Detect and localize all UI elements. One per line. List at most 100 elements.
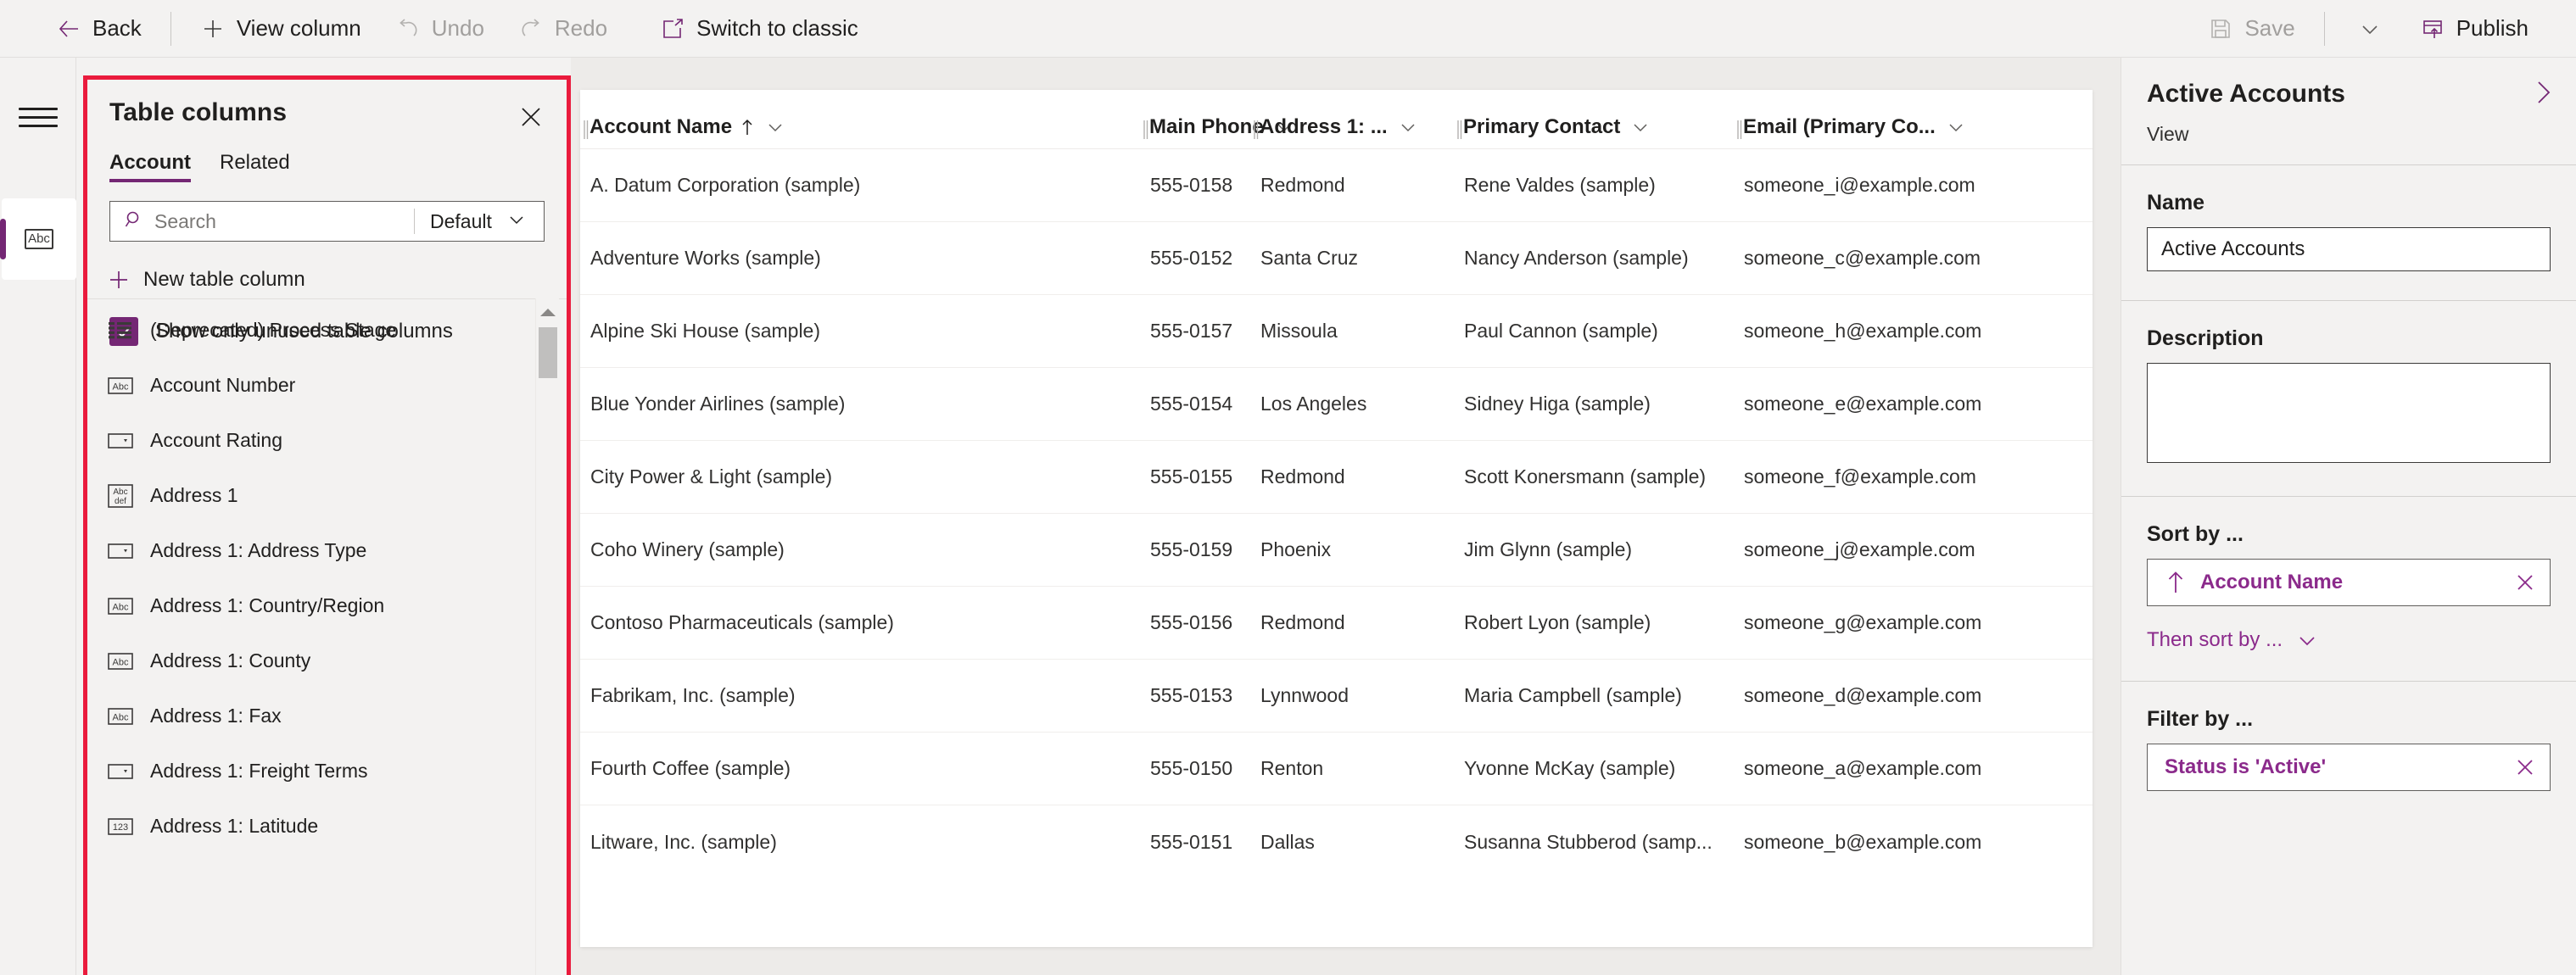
hamburger-icon[interactable] — [19, 100, 58, 134]
chevron-down-icon[interactable] — [1631, 118, 1650, 136]
then-sort-by-label: Then sort by ... — [2147, 628, 2283, 651]
chevron-down-icon[interactable] — [1399, 118, 1417, 136]
table-cell: Dallas — [1260, 830, 1315, 853]
table-cell: Blue Yonder Airlines (sample) — [590, 393, 846, 415]
svg-text:def: def — [115, 497, 126, 506]
column-resize-grip[interactable] — [1456, 117, 1464, 142]
close-icon[interactable] — [2512, 570, 2538, 595]
grid-column-header[interactable]: Account Name — [580, 115, 1140, 139]
properties-subtitle: View — [2147, 123, 2189, 145]
table-row[interactable]: Contoso Pharmaceuticals (sample) 555-0156… — [580, 587, 2093, 660]
chevron-down-icon — [2296, 629, 2318, 651]
filter-by-chip[interactable]: Status is 'Active' — [2147, 744, 2551, 791]
table-cell: Coho Winery (sample) — [590, 538, 785, 560]
choice-type-icon — [108, 762, 135, 781]
table-row[interactable]: Litware, Inc. (sample) 555-0151 Dallas Susa… — [580, 805, 2093, 878]
table-row[interactable]: A. Datum Corporation (sample) 555-0158 Red… — [580, 149, 2093, 222]
filter-by-section: Filter by ... Status is 'Active' — [2121, 682, 2576, 820]
table-column-list-item[interactable]: 123 Address 1: Latitude — [87, 799, 567, 854]
table-column-list-item[interactable]: Abc def Address 1 — [87, 468, 567, 523]
redo-button: Redo — [501, 0, 624, 58]
grid-header-row: Account Name Main Phone Address 1: ... Prim… — [580, 90, 2093, 149]
name-field[interactable] — [2147, 227, 2551, 271]
description-field[interactable] — [2147, 363, 2551, 463]
table-cell: Maria Campbell (sample) — [1464, 684, 1682, 706]
grid-column-header[interactable]: Email (Primary Co... — [1734, 115, 2039, 139]
table-column-label: Address 1 — [150, 484, 238, 506]
table-cell: 555-0154 — [1150, 393, 1233, 415]
table-column-list-item[interactable]: (Deprecated) Process Stage — [87, 303, 567, 358]
command-bar-right-group: Save Publish — [2191, 0, 2576, 57]
table-column-list-item[interactable]: Account Rating — [87, 413, 567, 468]
chevron-down-icon[interactable] — [766, 118, 785, 136]
scrollbar-thumb[interactable] — [539, 327, 557, 378]
grid-column-header-label: Address 1: ... — [1260, 115, 1388, 138]
publish-icon — [2420, 16, 2445, 42]
table-row[interactable]: Alpine Ski House (sample) 555-0157 Missoul… — [580, 295, 2093, 368]
sort-by-chip[interactable]: Account Name — [2147, 559, 2551, 606]
table-cell: Missoula — [1260, 320, 1338, 342]
selection-indicator — [0, 219, 6, 259]
chevron-down-icon[interactable] — [1947, 118, 1965, 136]
table-cell: 555-0150 — [1150, 757, 1233, 779]
search-scope-dropdown[interactable]: Default — [415, 202, 544, 241]
table-column-label: Account Rating — [150, 429, 282, 451]
grid-column-header[interactable]: Primary Contact — [1454, 115, 1734, 139]
svg-text:Abc: Abc — [113, 712, 129, 722]
svg-text:Abc: Abc — [113, 602, 129, 612]
chevron-down-icon — [2357, 16, 2383, 42]
chevron-right-icon[interactable] — [2529, 78, 2557, 107]
tab-account[interactable]: Account — [109, 151, 191, 182]
table-row[interactable]: Fabrikam, Inc. (sample) 555-0153 Lynnwood M… — [580, 660, 2093, 733]
table-row[interactable]: Coho Winery (sample) 555-0159 Phoenix Jim G… — [580, 514, 2093, 587]
save-overflow-button[interactable] — [2337, 0, 2403, 58]
grid-column-header[interactable]: Address 1: ... — [1250, 115, 1454, 139]
caret-up-icon[interactable] — [536, 302, 560, 324]
grid-column-header[interactable]: Main Phone — [1140, 115, 1291, 142]
table-cell: someone_c@example.com — [1744, 247, 1981, 269]
column-resize-grip[interactable] — [582, 117, 590, 142]
column-resize-grip[interactable] — [1735, 117, 1744, 142]
publish-button[interactable]: Publish — [2403, 0, 2545, 58]
chevron-down-icon — [507, 210, 526, 233]
close-icon[interactable] — [516, 102, 546, 132]
open-external-icon — [660, 16, 685, 42]
table-column-label: Account Number — [150, 374, 296, 396]
text-type-icon: Abc — [108, 651, 135, 671]
back-label: Back — [92, 15, 142, 41]
table-column-list-item[interactable]: Abc Address 1: Fax — [87, 688, 567, 744]
search-input[interactable] — [154, 209, 414, 233]
table-row[interactable]: City Power & Light (sample) 555-0155 Redmo… — [580, 441, 2093, 514]
grid-column-header-label: Main Phone — [1149, 115, 1264, 138]
undo-label: Undo — [431, 15, 484, 41]
table-cell: someone_a@example.com — [1744, 757, 1982, 779]
column-resize-grip[interactable] — [1142, 117, 1150, 142]
search-row: Default — [109, 201, 545, 242]
new-table-column-button[interactable]: New table column — [108, 262, 545, 298]
switch-to-classic-button[interactable]: Switch to classic — [643, 0, 875, 58]
table-cell: Jim Glynn (sample) — [1464, 538, 1633, 560]
back-button[interactable]: Back — [39, 0, 159, 58]
sidebar-item-table-columns[interactable]: Abc — [0, 198, 76, 280]
close-icon[interactable] — [2512, 755, 2538, 780]
view-column-label: View column — [236, 15, 361, 41]
column-resize-grip[interactable] — [1252, 117, 1260, 142]
table-column-list-item[interactable]: Address 1: Address Type — [87, 523, 567, 578]
svg-text:Abc: Abc — [113, 657, 129, 667]
table-column-list-item[interactable]: Address 1: Freight Terms — [87, 744, 567, 799]
then-sort-by-dropdown[interactable]: Then sort by ... — [2147, 628, 2551, 652]
table-column-list-item[interactable]: Abc Address 1: County — [87, 633, 567, 688]
search-scope-value: Default — [430, 209, 492, 232]
view-column-button[interactable]: View column — [183, 0, 378, 58]
table-column-list-item[interactable]: Abc Address 1: Country/Region — [87, 578, 567, 633]
table-row[interactable]: Fourth Coffee (sample) 555-0150 Renton Yvon… — [580, 733, 2093, 805]
table-column-list-item[interactable]: Abc Account Number — [87, 358, 567, 413]
accounts-grid: Account Name Main Phone Address 1: ... Prim… — [580, 90, 2093, 947]
tab-related[interactable]: Related — [220, 151, 290, 182]
table-cell: Santa Cruz — [1260, 247, 1359, 269]
table-cell: Scott Konersmann (sample) — [1464, 465, 1707, 488]
table-row[interactable]: Adventure Works (sample) 555-0152 Santa Cr… — [580, 222, 2093, 295]
table-columns-scrollbar[interactable] — [535, 298, 559, 975]
table-column-label: Address 1: County — [150, 649, 311, 671]
table-row[interactable]: Blue Yonder Airlines (sample) 555-0154 Los… — [580, 368, 2093, 441]
